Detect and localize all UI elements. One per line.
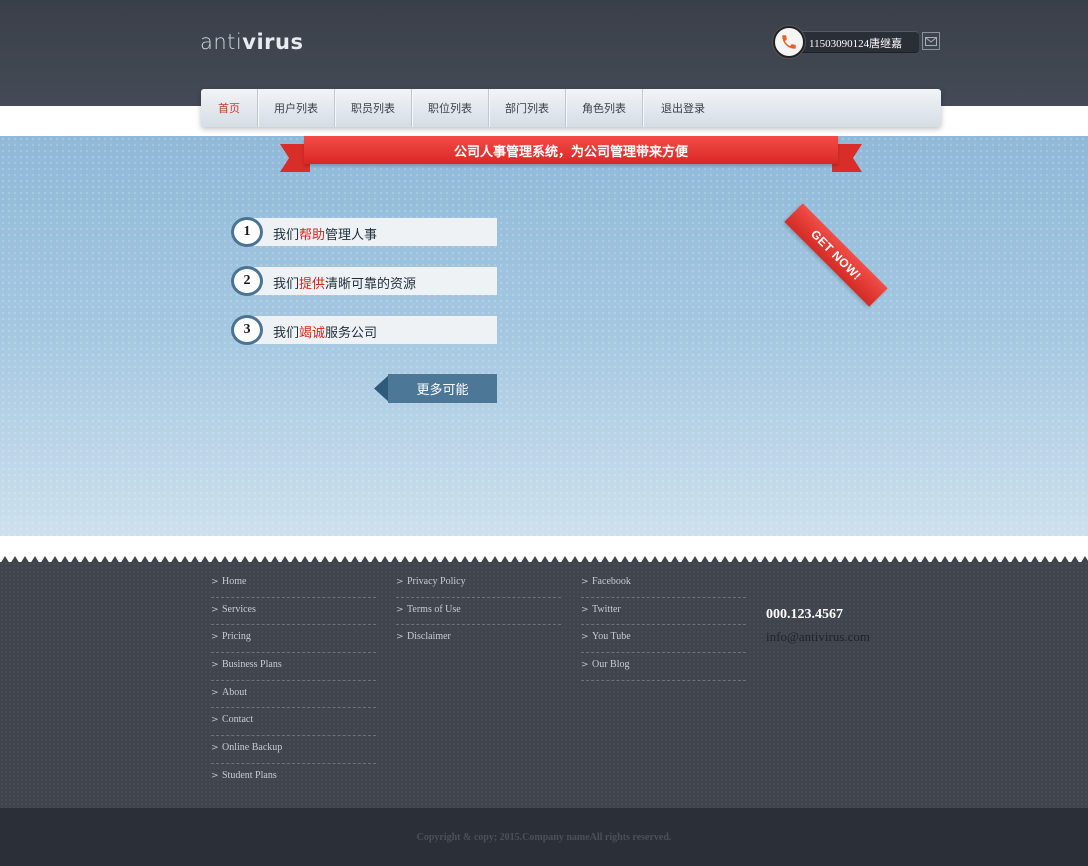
footer-link[interactable]: > Privacy Policy bbox=[396, 570, 561, 598]
more-button-label: 更多可能 bbox=[388, 374, 497, 403]
phone-icon bbox=[773, 26, 805, 58]
feature-text: 我们竭诚服务公司 bbox=[273, 322, 377, 341]
logo[interactable]: antivirus bbox=[200, 30, 303, 54]
copyright-text: Copyright & copy; 2015.Company nameAll r… bbox=[416, 831, 672, 843]
feature-text-highlight: 帮助 bbox=[299, 228, 326, 243]
footer-link[interactable]: > Services bbox=[211, 598, 376, 626]
nav-item-roles[interactable]: 角色列表 bbox=[566, 89, 643, 127]
feature-text-highlight: 提供 bbox=[299, 277, 326, 292]
phone-number: 11503090124唐继嘉 bbox=[809, 38, 903, 50]
footer-link-label: Twitter bbox=[592, 603, 621, 615]
hero-pattern bbox=[0, 136, 1088, 536]
feature-text: 我们帮助管理人事 bbox=[273, 224, 377, 243]
main-nav: 首页 用户列表 职员列表 职位列表 部门列表 角色列表 退出登录 bbox=[201, 89, 941, 127]
feature-text-highlight: 竭诚 bbox=[299, 326, 326, 341]
footer-link-label: Home bbox=[222, 576, 247, 587]
footer-link[interactable]: > Disclaimer bbox=[396, 625, 561, 653]
feature-item: 3 我们竭诚服务公司 bbox=[230, 315, 497, 345]
footer-link-label: Business Plans bbox=[222, 659, 282, 671]
footer-link-label: Terms of Use bbox=[407, 603, 461, 615]
hero-banner: 公司人事管理系统，为公司管理带来方便 bbox=[280, 136, 862, 174]
feature-item: 2 我们提供清晰可靠的资源 bbox=[230, 266, 497, 296]
chevron-right-icon: > bbox=[396, 632, 404, 643]
get-now-label: GET NOW! bbox=[784, 203, 888, 307]
chevron-right-icon: > bbox=[581, 632, 589, 643]
footer-link[interactable]: > Twitter bbox=[581, 598, 746, 626]
footer-link-label: Privacy Policy bbox=[407, 576, 466, 587]
chevron-right-icon: > bbox=[396, 577, 404, 587]
feature-text: 我们提供清晰可靠的资源 bbox=[273, 273, 416, 292]
footer-links-col-2: > Privacy Policy > Terms of Use > Disclaime… bbox=[396, 570, 561, 653]
nav-item-positions[interactable]: 职位列表 bbox=[412, 89, 489, 127]
footer-link[interactable]: > About bbox=[211, 681, 376, 709]
footer-links-col-3: > Facebook > Twitter > You Tube > Our Blog bbox=[581, 570, 746, 681]
feature-text-pre: 我们 bbox=[273, 228, 300, 243]
footer-link-label: About bbox=[222, 686, 247, 698]
chevron-right-icon: > bbox=[211, 577, 219, 587]
nav-item-departments[interactable]: 部门列表 bbox=[489, 89, 566, 127]
footer-links-col-1: > Home > Services > Pricing > Business Plans… bbox=[211, 570, 376, 792]
logo-light-text: anti bbox=[200, 30, 243, 54]
chevron-right-icon: > bbox=[211, 743, 219, 754]
footer-link[interactable]: > You Tube bbox=[581, 625, 746, 654]
footer-bottom-bar: Copyright & copy; 2015.Company nameAll r… bbox=[0, 808, 1088, 866]
nav-item-staff[interactable]: 职员列表 bbox=[335, 89, 412, 127]
nav-item-users[interactable]: 用户列表 bbox=[258, 89, 335, 127]
mail-icon[interactable] bbox=[922, 32, 940, 50]
chevron-right-icon: > bbox=[211, 687, 219, 698]
footer-link[interactable]: > Contact bbox=[211, 708, 376, 737]
chevron-right-icon: > bbox=[211, 632, 219, 643]
feature-number: 2 bbox=[231, 266, 263, 296]
footer-link[interactable]: > Online Backup bbox=[211, 736, 376, 764]
chevron-right-icon: > bbox=[581, 660, 589, 671]
feature-number: 3 bbox=[231, 315, 263, 345]
footer-link[interactable]: > Home bbox=[211, 570, 376, 598]
footer-link[interactable]: > Terms of Use bbox=[396, 598, 561, 626]
feature-text-pre: 我们 bbox=[273, 277, 300, 292]
feature-text-pre: 我们 bbox=[273, 326, 300, 341]
footer-email[interactable]: info@antivirus.com bbox=[766, 629, 870, 645]
feature-text-post: 服务公司 bbox=[325, 326, 378, 341]
chevron-right-icon: > bbox=[211, 715, 219, 726]
footer-link-label: Student Plans bbox=[222, 769, 277, 781]
footer-link-label: Facebook bbox=[592, 576, 631, 587]
nav-item-home[interactable]: 首页 bbox=[201, 89, 258, 127]
footer-link-label: You Tube bbox=[592, 631, 631, 643]
footer-link[interactable]: > Pricing bbox=[211, 625, 376, 654]
footer-link-label: Online Backup bbox=[222, 742, 283, 754]
footer-phone: 000.123.4567 bbox=[766, 607, 843, 622]
feature-text-post: 管理人事 bbox=[325, 228, 378, 243]
feature-number: 1 bbox=[231, 217, 263, 247]
footer-link-label: Our Blog bbox=[592, 659, 630, 671]
footer-link-label: Disclaimer bbox=[407, 631, 451, 643]
phone-contact: 11503090124唐继嘉 bbox=[773, 26, 923, 58]
chevron-right-icon: > bbox=[211, 604, 219, 615]
logo-bold-text: virus bbox=[242, 30, 304, 54]
chevron-right-icon: > bbox=[581, 577, 589, 587]
hero-section bbox=[0, 136, 1088, 536]
chevron-right-icon: > bbox=[581, 604, 589, 615]
footer-link[interactable]: > Facebook bbox=[581, 570, 746, 598]
footer-link[interactable]: > Business Plans bbox=[211, 653, 376, 681]
feature-text-post: 清晰可靠的资源 bbox=[325, 277, 417, 292]
footer-link-label: Contact bbox=[222, 714, 254, 726]
chevron-right-icon: > bbox=[211, 660, 219, 671]
nav-item-logout[interactable]: 退出登录 bbox=[643, 89, 723, 127]
chevron-right-icon: > bbox=[396, 604, 404, 615]
get-now-ribbon[interactable]: GET NOW! bbox=[784, 203, 888, 307]
more-button[interactable]: 更多可能 bbox=[374, 374, 497, 403]
footer-link-label: Pricing bbox=[222, 631, 251, 643]
feature-item: 1 我们帮助管理人事 bbox=[230, 217, 497, 247]
footer-link[interactable]: > Our Blog bbox=[581, 653, 746, 681]
chevron-right-icon: > bbox=[211, 770, 219, 781]
footer-link[interactable]: > Student Plans bbox=[211, 764, 376, 792]
banner-text: 公司人事管理系统，为公司管理带来方便 bbox=[304, 136, 838, 164]
footer-link-label: Services bbox=[222, 603, 256, 615]
